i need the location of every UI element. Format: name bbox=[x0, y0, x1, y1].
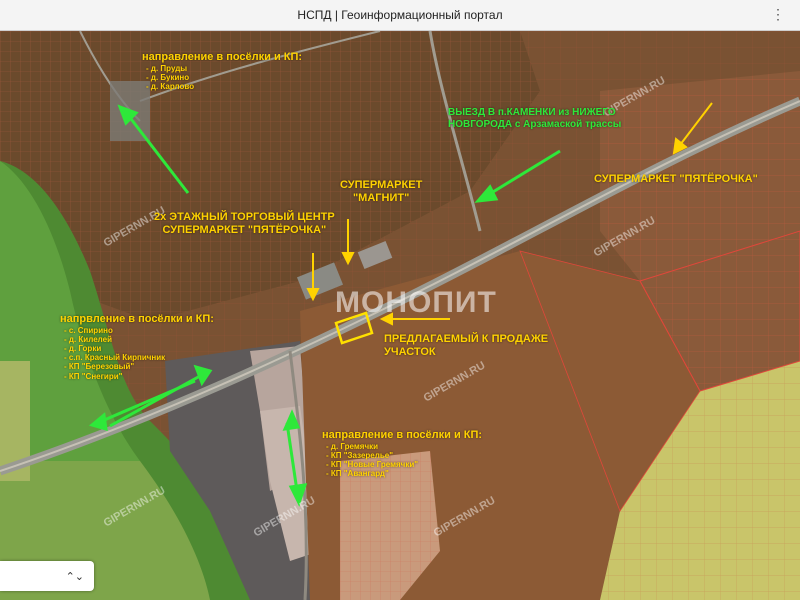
exit-nn-line: ВЫЕЗД В п.КАМЕНКИ из НИЖЕГО bbox=[448, 107, 616, 118]
west-direction-label: напрвление в посёлки и КП: - с. Спирино … bbox=[60, 313, 214, 381]
magnit-line: СУПЕРМАРКЕТ bbox=[340, 179, 423, 191]
west-direction-item: - КП "Березовый" bbox=[64, 362, 135, 372]
plot-line: УЧАСТОК bbox=[384, 345, 436, 358]
map-view[interactable]: GIPERNN.RU GIPERNN.RU GIPERNN.RU GIPERNN… bbox=[0, 31, 800, 600]
north-direction-item: - д. Букино bbox=[146, 72, 190, 82]
south-direction-item: - КП "Новые Гремячки" bbox=[326, 460, 419, 470]
plot-label: ПРЕДЛАГАЕМЫЙ К ПРОДАЖЕ УЧАСТОК bbox=[384, 333, 548, 358]
magnit-label: СУПЕРМАРКЕТ "МАГНИТ" bbox=[340, 179, 422, 204]
south-direction-label: направление в посёлки и КП: - д. Гремячк… bbox=[322, 429, 482, 478]
magnit-line: "МАГНИТ" bbox=[352, 191, 410, 204]
trade-center-line: СУПЕРМАРКЕТ "ПЯТЁРОЧКА" bbox=[162, 223, 327, 236]
layer-select-control[interactable]: ⌃⌄ bbox=[0, 561, 94, 591]
north-direction-item: - д. Карлово bbox=[146, 82, 195, 92]
plot-line: ПРЕДЛАГАЕМЫЙ К ПРОДАЖЕ bbox=[384, 333, 549, 345]
window-title: НСПД | Геоинформационный портал bbox=[297, 8, 503, 22]
north-direction-label: направление в посёлки и КП: - д. Пруды -… bbox=[142, 51, 302, 91]
more-dots-icon[interactable]: ⋮ bbox=[771, 6, 786, 23]
south-direction-item: - КП "Зазерелье" bbox=[326, 450, 393, 460]
west-direction-item: - КП "Снегири" bbox=[64, 371, 123, 381]
pyaterochka-east-label: СУПЕРМАРКЕТ "ПЯТЁРОЧКА" bbox=[594, 173, 758, 185]
north-direction-title: направление в посёлки и КП: bbox=[142, 51, 303, 63]
window-titlebar: НСПД | Геоинформационный портал ⋮ bbox=[0, 0, 800, 31]
west-direction-item: - д. Горки bbox=[64, 344, 102, 354]
chevron-updown-icon[interactable]: ⌃⌄ bbox=[66, 570, 84, 583]
center-watermark: МОНОПИТ bbox=[335, 286, 497, 319]
west-direction-item: - с. Спирино bbox=[64, 325, 113, 335]
west-direction-item: - д. Килелей bbox=[64, 334, 112, 344]
exit-nn-line: НОВГОРОДА с Арзамаской трассы bbox=[448, 118, 622, 130]
south-direction-title: направление в посёлки и КП: bbox=[322, 429, 483, 441]
south-direction-item: - д. Гремячки bbox=[326, 441, 379, 451]
exit-nn-label: ВЫЕЗД В п.КАМЕНКИ из НИЖЕГО НОВГОРОДА с … bbox=[448, 107, 621, 130]
west-direction-item: - с.п. Красный Кирпичник bbox=[64, 353, 166, 363]
trade-center-line: 2х ЭТАЖНЫЙ ТОРГОВЫЙ ЦЕНТР bbox=[154, 211, 335, 223]
trade-center-label: 2х ЭТАЖНЫЙ ТОРГОВЫЙ ЦЕНТР СУПЕРМАРКЕТ "П… bbox=[154, 211, 335, 236]
north-direction-item: - д. Пруды bbox=[146, 63, 188, 73]
west-direction-title: напрвление в посёлки и КП: bbox=[60, 313, 214, 325]
south-direction-item: - КП "Авангард" bbox=[326, 469, 389, 479]
